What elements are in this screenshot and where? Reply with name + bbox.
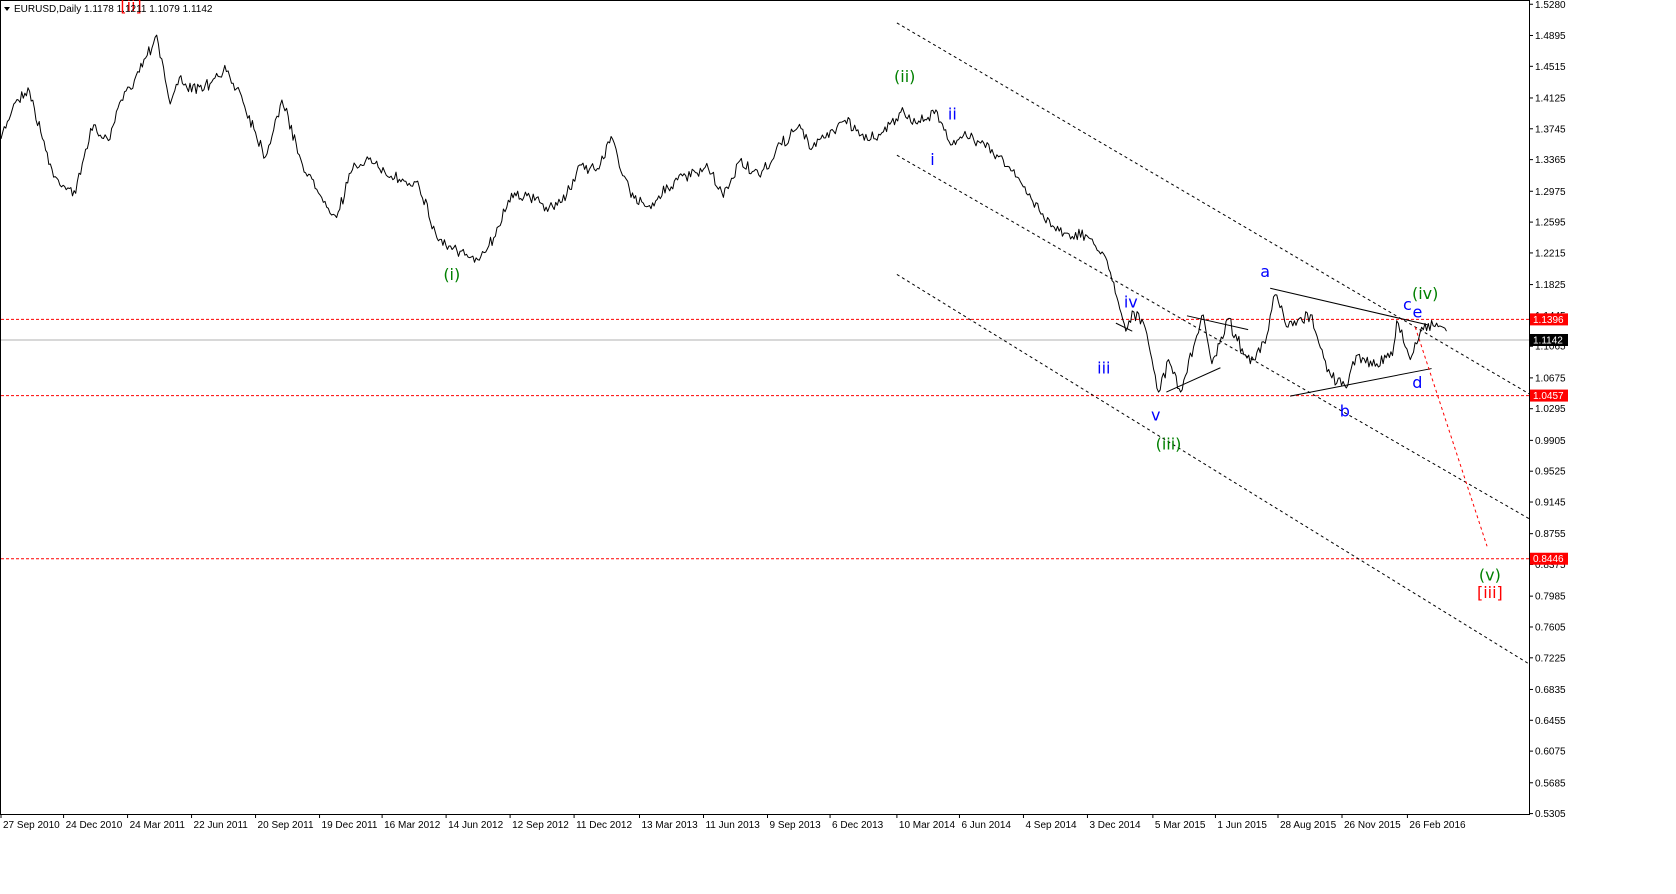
wave-label: (i) bbox=[443, 265, 460, 284]
x-tick-label: 9 Sep 2013 bbox=[769, 820, 821, 831]
x-tick-label: 3 Dec 2014 bbox=[1089, 820, 1141, 831]
y-tick-label: 0.9145 bbox=[1535, 498, 1566, 509]
x-tick-label: 26 Nov 2015 bbox=[1344, 820, 1401, 831]
wave-label: (v) bbox=[1479, 565, 1501, 584]
y-tick-label: 1.0675 bbox=[1535, 373, 1566, 384]
y-axis: 1.5280 1.4895 1.4515 1.4125 1.3745 1.3365 1.29… bbox=[1529, 0, 1566, 820]
wave-label: i bbox=[930, 150, 934, 169]
y-tick-label: 0.7985 bbox=[1535, 592, 1566, 603]
y-tick-label: 0.7225 bbox=[1535, 653, 1566, 664]
wave-label: ii bbox=[948, 104, 957, 123]
x-tick-label: 6 Dec 2013 bbox=[832, 820, 884, 831]
y-tick-label: 1.3745 bbox=[1535, 124, 1566, 135]
y-tick-label: 1.4515 bbox=[1535, 62, 1566, 73]
level-price-label: 1.1396 bbox=[1533, 315, 1564, 326]
wave-label: c bbox=[1403, 295, 1412, 314]
x-tick-label: 14 Jun 2012 bbox=[448, 820, 503, 831]
y-tick-label: 1.2595 bbox=[1535, 218, 1566, 229]
wave-label: (iv) bbox=[1412, 284, 1438, 303]
y-tick-label: 1.3365 bbox=[1535, 155, 1566, 166]
y-tick-label: 1.4895 bbox=[1535, 31, 1566, 42]
chart-header: EURUSD,Daily 1.1178 1.1211 1.1079 1.1142 bbox=[4, 4, 213, 15]
y-tick-label: 0.6455 bbox=[1535, 716, 1566, 727]
x-tick-label: 11 Jun 2013 bbox=[705, 820, 760, 831]
wave-label: d bbox=[1412, 373, 1422, 392]
y-tick-label: 0.5305 bbox=[1535, 809, 1566, 820]
wave-label: iv bbox=[1124, 293, 1138, 312]
wave-label: v bbox=[1151, 405, 1160, 424]
x-tick-label: 5 Mar 2015 bbox=[1155, 820, 1206, 831]
x-tick-label: 4 Sep 2014 bbox=[1025, 820, 1077, 831]
x-tick-label: 13 Mar 2013 bbox=[642, 820, 699, 831]
wave-label: a bbox=[1260, 262, 1270, 281]
wave-label: b bbox=[1340, 401, 1350, 420]
x-tick-label: 11 Dec 2012 bbox=[576, 820, 632, 831]
y-tick-label: 1.0295 bbox=[1535, 404, 1566, 415]
ohlc-values: 1.1178 1.1211 1.1079 1.1142 bbox=[84, 4, 213, 15]
wave-label: e bbox=[1412, 302, 1422, 321]
x-tick-label: 1 Jun 2015 bbox=[1217, 820, 1267, 831]
x-tick-label: 6 Jun 2014 bbox=[961, 820, 1011, 831]
y-tick-label: 0.5685 bbox=[1535, 778, 1566, 789]
x-tick-label: 20 Sep 2011 bbox=[258, 820, 314, 831]
symbol-label: EURUSD,Daily bbox=[14, 4, 81, 15]
y-tick-label: 0.6075 bbox=[1535, 747, 1566, 758]
x-tick-label: 27 Sep 2010 bbox=[3, 820, 60, 831]
eurusd-chart[interactable]: [ii](ii)iii(i)iviiiv(iii)abc(iv)ed(v)[ii… bbox=[0, 0, 1676, 894]
x-tick-label: 16 Mar 2012 bbox=[384, 820, 441, 831]
x-tick-label: 19 Dec 2011 bbox=[322, 820, 378, 831]
x-tick-label: 12 Sep 2012 bbox=[512, 820, 569, 831]
x-tick-label: 24 Mar 2011 bbox=[130, 820, 186, 831]
y-tick-label: 0.6835 bbox=[1535, 685, 1566, 696]
y-tick-label: 1.4125 bbox=[1535, 93, 1566, 104]
y-tick-label: 0.7605 bbox=[1535, 622, 1566, 633]
wave-label: (iii) bbox=[1156, 435, 1182, 454]
wave-label: (ii) bbox=[894, 67, 915, 86]
y-tick-label: 1.2975 bbox=[1535, 187, 1566, 198]
level-price-label: 1.1142 bbox=[1533, 335, 1563, 346]
level-price-label: 0.8446 bbox=[1533, 554, 1564, 565]
x-tick-label: 26 Feb 2016 bbox=[1409, 820, 1466, 831]
y-tick-label: 0.8755 bbox=[1535, 529, 1566, 540]
y-tick-label: 1.5280 bbox=[1535, 0, 1566, 11]
level-price-label: 1.0457 bbox=[1533, 391, 1564, 402]
x-axis: 27 Sep 2010 24 Dec 2010 24 Mar 2011 22 Jun … bbox=[0, 814, 1466, 831]
y-tick-label: 1.1825 bbox=[1535, 280, 1566, 291]
y-tick-label: 0.9525 bbox=[1535, 467, 1566, 478]
y-tick-label: 0.9905 bbox=[1535, 436, 1566, 447]
x-tick-label: 10 Mar 2014 bbox=[899, 820, 956, 831]
y-tick-label: 1.2215 bbox=[1535, 248, 1566, 259]
x-tick-label: 22 Jun 2011 bbox=[194, 820, 249, 831]
x-tick-label: 24 Dec 2010 bbox=[66, 820, 123, 831]
x-tick-label: 28 Aug 2015 bbox=[1280, 820, 1337, 831]
wave-label: [iii] bbox=[1477, 583, 1503, 602]
chart-area-frame bbox=[0, 0, 1530, 815]
wave-label: iii bbox=[1097, 358, 1110, 377]
